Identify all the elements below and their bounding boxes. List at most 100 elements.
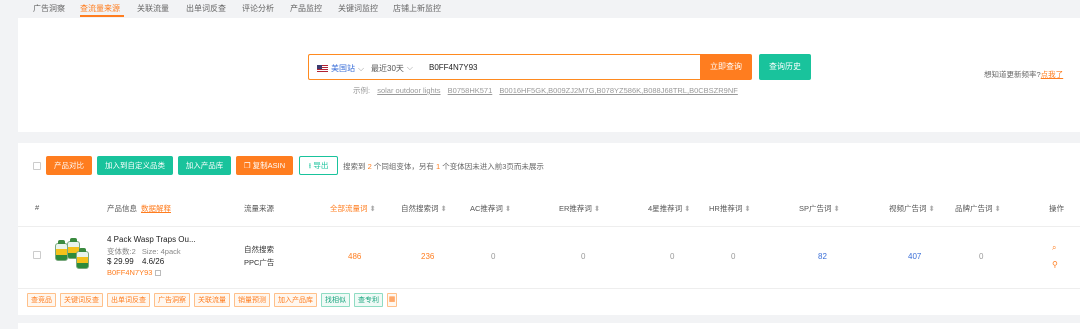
- col-index: #: [35, 203, 40, 212]
- tag-related-traffic[interactable]: 关联流量: [194, 293, 230, 307]
- chevron-down-icon: ⌵: [406, 63, 413, 72]
- calculator-icon[interactable]: ▦: [387, 293, 397, 307]
- asin-text: B0FF4N7Y93: [107, 268, 153, 277]
- col-sp[interactable]: SP广告词 ⬍: [799, 203, 840, 214]
- product-image[interactable]: [54, 238, 90, 277]
- sort-icon: ⬍: [369, 204, 376, 213]
- location-pin-icon[interactable]: ⚲: [1052, 260, 1058, 269]
- sort-icon: ⬍: [593, 204, 601, 213]
- col-hr[interactable]: HR推荐词 ⬍: [709, 203, 751, 214]
- cell-ac: 0: [491, 252, 496, 261]
- search-panel: 美国站 ⌵ 最近30天 ⌵ 立即查询 查询历史 示例: solar outdoo…: [18, 18, 1080, 132]
- rating-text: 4.6/26: [141, 257, 165, 266]
- tag-order-keyword-reverse[interactable]: 出单词反查: [107, 293, 150, 307]
- top-tabs: 广告洞察 查流量来源 关联流量 出单词反查 评论分析 产品监控 关键词监控 店铺…: [0, 0, 1080, 17]
- download-icon: ⭳: [308, 161, 312, 170]
- product-asin[interactable]: B0FF4N7Y93: [107, 268, 162, 277]
- search-icon[interactable]: ⌕: [1052, 243, 1056, 253]
- cell-sp[interactable]: 82: [818, 252, 827, 261]
- cell-brand: 0: [979, 252, 984, 261]
- summary-text: 搜索到: [343, 162, 366, 171]
- sort-icon: ⬍: [744, 204, 751, 213]
- cell-organic[interactable]: 236: [421, 252, 434, 261]
- tag-keyword-reverse[interactable]: 关键词反查: [60, 293, 103, 307]
- col-er-label: ER推荐词: [559, 204, 592, 213]
- sort-icon: ⬍: [994, 204, 1001, 213]
- update-frequency-hint: 想知道更新频率?点我了: [984, 69, 1063, 80]
- select-all-checkbox[interactable]: [33, 162, 41, 170]
- row-checkbox[interactable]: [33, 251, 41, 259]
- summary-text: 个同组变体，另有: [373, 162, 434, 171]
- next-panel-edge: [18, 323, 1080, 329]
- col-ac[interactable]: AC推荐词 ⬍: [470, 203, 511, 214]
- col-video[interactable]: 视频广告词 ⬍: [889, 203, 935, 214]
- examples-prefix: 示例:: [353, 86, 371, 95]
- tab-store-new-monitor[interactable]: 店铺上新监控: [393, 3, 441, 14]
- tab-traffic-source[interactable]: 查流量来源: [80, 3, 120, 14]
- export-label: 导出: [313, 161, 329, 170]
- export-button[interactable]: ⭳ 导出: [299, 156, 338, 175]
- sort-icon: ⬍: [684, 204, 691, 213]
- history-button[interactable]: 查询历史: [759, 54, 811, 80]
- period-label: 最近30天: [371, 64, 404, 73]
- col-brand[interactable]: 品牌广告词 ⬍: [955, 203, 1001, 214]
- tag-competitor[interactable]: 查竞品: [27, 293, 56, 307]
- col-organic[interactable]: 自然搜索词 ⬍: [401, 203, 447, 214]
- asin-search-input[interactable]: [429, 61, 679, 74]
- compare-button[interactable]: 产品对比: [46, 156, 92, 175]
- copy-icon: ❐: [243, 161, 251, 170]
- hint-link[interactable]: 点我了: [1041, 70, 1064, 79]
- tab-ad-insight[interactable]: 广告洞察: [33, 3, 65, 14]
- jar-shape: [76, 248, 89, 269]
- product-price: $ 29.99 4.6/26: [107, 257, 164, 266]
- add-custom-category-button[interactable]: 加入到自定义品类: [97, 156, 173, 175]
- price-text: $ 29.99: [107, 257, 134, 266]
- market-select[interactable]: 美国站 ⌵: [317, 63, 364, 74]
- product-variants: 变体数:2 Size: 4pack: [107, 246, 181, 257]
- row-divider: [18, 288, 1080, 289]
- variant-count: 2: [367, 162, 372, 171]
- add-product-library-button[interactable]: 加入产品库: [178, 156, 231, 175]
- col-hr-label: HR推荐词: [709, 204, 743, 213]
- hidden-variant-count: 1: [435, 162, 441, 171]
- traffic-source-organic: 自然搜索: [244, 245, 274, 254]
- col-all-traffic-label: 全部流量词: [330, 204, 368, 213]
- tab-product-monitor[interactable]: 产品监控: [290, 3, 322, 14]
- tag-find-similar[interactable]: 找相似: [321, 293, 350, 307]
- tag-ad-insight[interactable]: 广告洞察: [154, 293, 190, 307]
- sort-icon: ⬍: [440, 204, 447, 213]
- active-tab-indicator: [80, 15, 124, 17]
- copy-asin-button[interactable]: ❐ 复制ASIN: [236, 156, 293, 175]
- col-sp-label: SP广告词: [799, 204, 832, 213]
- row-action-tags: 查竞品 关键词反查 出单词反查 广告洞察 关联流量 销量预测 加入产品库 找相似…: [27, 293, 397, 307]
- col-all-traffic[interactable]: 全部流量词 ⬍: [330, 203, 376, 214]
- tag-sales-forecast[interactable]: 销量预测: [234, 293, 270, 307]
- tab-related-traffic[interactable]: 关联流量: [137, 3, 169, 14]
- cell-video[interactable]: 407: [908, 252, 921, 261]
- col-action: 操作: [1049, 204, 1064, 213]
- col-ac-label: AC推荐词: [470, 204, 503, 213]
- example-link[interactable]: B0016HF5GK,B009ZJ2M7G,B078YZ586K,B088J68…: [499, 86, 737, 95]
- period-select[interactable]: 最近30天 ⌵: [371, 63, 413, 74]
- example-link[interactable]: B0758HK571: [448, 86, 493, 95]
- tag-add-library[interactable]: 加入产品库: [274, 293, 317, 307]
- result-summary: 搜索到 2 个同组变体，另有 1 个变体因未进入前3页而未展示: [343, 161, 544, 172]
- cell-er: 0: [581, 252, 586, 261]
- traffic-source-ppc: PPC广告: [244, 258, 275, 267]
- cell-all-traffic[interactable]: 486: [348, 252, 361, 261]
- col-traffic-source: 流量来源: [244, 204, 274, 213]
- chevron-down-icon: ⌵: [358, 63, 365, 73]
- data-explain-link[interactable]: 数据解释: [141, 204, 171, 213]
- cell-four-star: 0: [670, 252, 675, 261]
- copy-icon[interactable]: [155, 270, 162, 277]
- tab-review-analysis[interactable]: 评论分析: [242, 3, 274, 14]
- tab-keyword-monitor[interactable]: 关键词监控: [338, 3, 378, 14]
- tab-order-keywords[interactable]: 出单词反查: [186, 3, 226, 14]
- cell-hr: 0: [731, 252, 736, 261]
- col-four-star[interactable]: 4星推荐词 ⬍: [648, 203, 690, 214]
- product-title[interactable]: 4 Pack Wasp Traps Ou...: [107, 235, 196, 244]
- query-button[interactable]: 立即查询: [700, 54, 752, 80]
- tag-patent[interactable]: 查专利: [354, 293, 383, 307]
- example-link[interactable]: solar outdoor lights: [377, 86, 440, 95]
- col-er[interactable]: ER推荐词 ⬍: [559, 203, 600, 214]
